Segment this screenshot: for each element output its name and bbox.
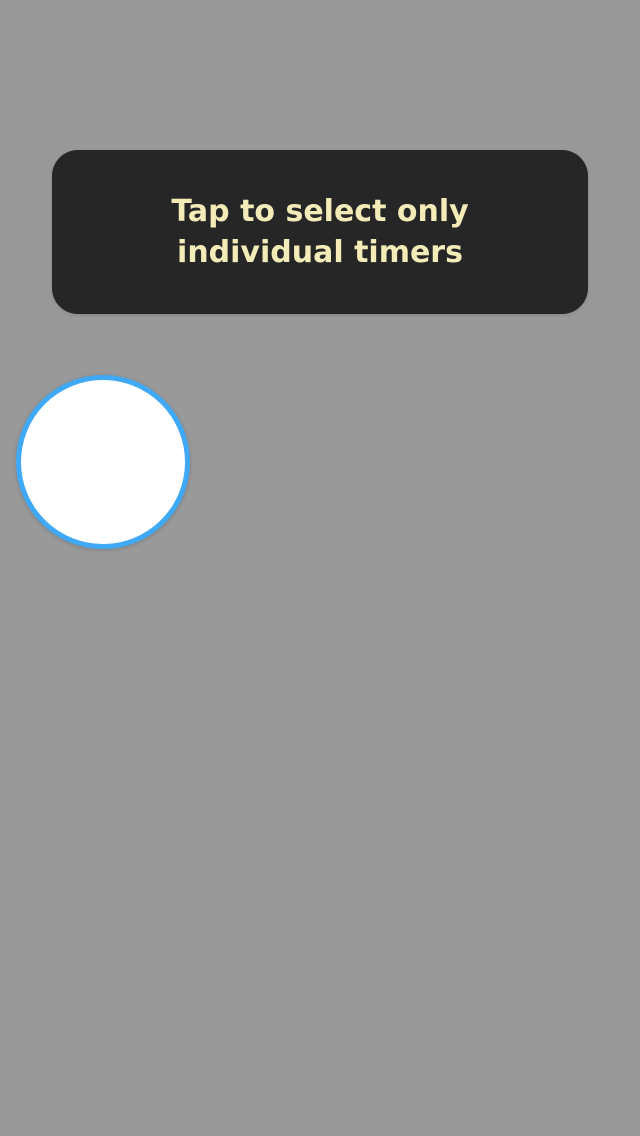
tutorial-hint-text: Tap to select only individual timers (171, 194, 469, 270)
tap-target-circle[interactable] (16, 375, 190, 549)
tutorial-tooltip: Tap to select only individual timers (52, 150, 588, 314)
